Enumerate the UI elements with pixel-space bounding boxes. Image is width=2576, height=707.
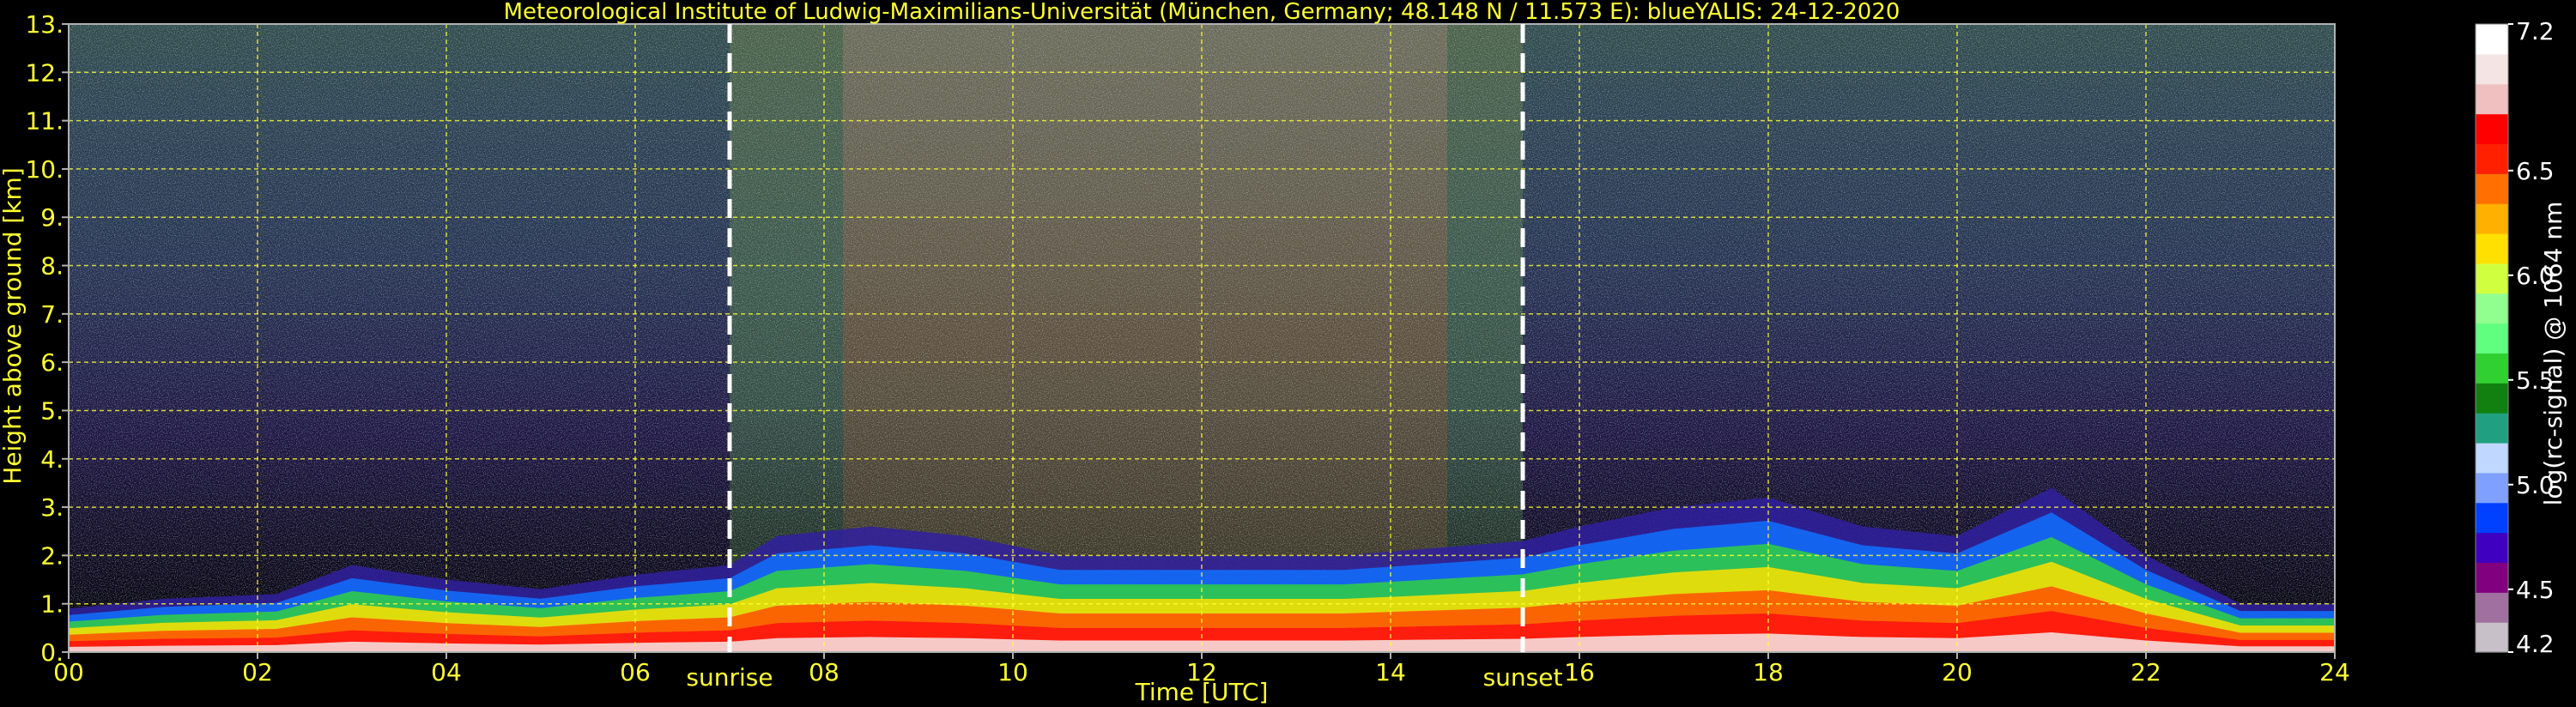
colorbar-segment — [2476, 173, 2508, 204]
colorbar-segment — [2476, 24, 2508, 55]
y-axis-ticks: 0. 1. 2. 3. 4. 5. 6. 7. 8. 9. 10. 11. 12. 13. — [25, 10, 69, 667]
colorbar-tick-label: 4.5 — [2516, 576, 2555, 604]
y-tick-label: 0. — [40, 638, 64, 667]
colorbar-segment — [2476, 592, 2508, 623]
colorbar-segment — [2476, 383, 2508, 414]
x-tick-label: 22 — [2131, 658, 2161, 686]
chart-title: Meteorological Institute of Ludwig-Maxim… — [504, 0, 1900, 25]
colorbar-segment — [2476, 53, 2508, 85]
y-tick-label: 1. — [40, 590, 64, 619]
x-tick-label: 08 — [809, 658, 839, 686]
colorbar-segment — [2476, 263, 2508, 294]
colorbar-segment — [2476, 502, 2508, 534]
colorbar-segment — [2476, 143, 2508, 174]
x-tick-label: 06 — [620, 658, 651, 686]
y-tick-label: 3. — [40, 493, 64, 522]
colorbar-segment — [2476, 203, 2508, 234]
x-tick-label: 16 — [1564, 658, 1595, 686]
y-tick-label: 12. — [25, 58, 64, 87]
colorbar-segment — [2476, 293, 2508, 324]
x-tick-label: 04 — [431, 658, 462, 686]
colorbar-segment — [2476, 532, 2508, 564]
x-tick-label: 14 — [1375, 658, 1406, 686]
colorbar-segment — [2476, 233, 2508, 264]
colorbar-segment — [2476, 443, 2508, 474]
colorbar-tick-label: 4.2 — [2516, 630, 2555, 658]
y-tick-label: 4. — [40, 445, 64, 474]
sunrise-label: sunrise — [686, 663, 773, 692]
x-axis-label: Time [UTC] — [1135, 678, 1269, 706]
colorbar-segment — [2476, 413, 2508, 444]
x-tick-label: 20 — [1942, 658, 1973, 686]
y-tick-label: 7. — [40, 300, 64, 329]
colorbar-segment — [2476, 562, 2508, 593]
colorbar-tick-label: 6.5 — [2516, 157, 2555, 185]
colorbar-segment — [2476, 622, 2508, 653]
y-tick-label: 13. — [25, 10, 64, 39]
x-tick-label: 18 — [1753, 658, 1784, 686]
y-tick-label: 5. — [40, 396, 64, 425]
lidar-quicklook-chart: sunrise sunset 00 02 04 06 08 10 12 14 16 18 20 22 24… — [0, 0, 2567, 706]
colorbar-label: log(rc-signal) @ 1064 nm — [2539, 202, 2567, 506]
y-axis-label: Height above ground [km] — [0, 167, 27, 485]
colorbar-segment — [2476, 323, 2508, 354]
lidar-chart-root: sunrise sunset 00 02 04 06 08 10 12 14 16 18 20 22 24… — [0, 0, 2576, 707]
x-tick-label: 10 — [997, 658, 1028, 686]
colorbar-segment — [2476, 353, 2508, 384]
colorbar-tick-label: 7.2 — [2516, 17, 2555, 45]
colorbar-segment — [2476, 472, 2508, 504]
y-tick-label: 10. — [25, 155, 64, 184]
sunset-label: sunset — [1483, 663, 1563, 692]
x-tick-label: 02 — [242, 658, 273, 686]
y-tick-label: 8. — [40, 252, 64, 281]
colorbar-segment — [2476, 113, 2508, 145]
y-tick-label: 11. — [25, 107, 64, 136]
y-tick-label: 9. — [40, 203, 64, 232]
colorbar-segment — [2476, 83, 2508, 115]
y-tick-label: 6. — [40, 348, 64, 377]
x-tick-label: 24 — [2319, 658, 2350, 686]
y-tick-label: 2. — [40, 541, 64, 570]
